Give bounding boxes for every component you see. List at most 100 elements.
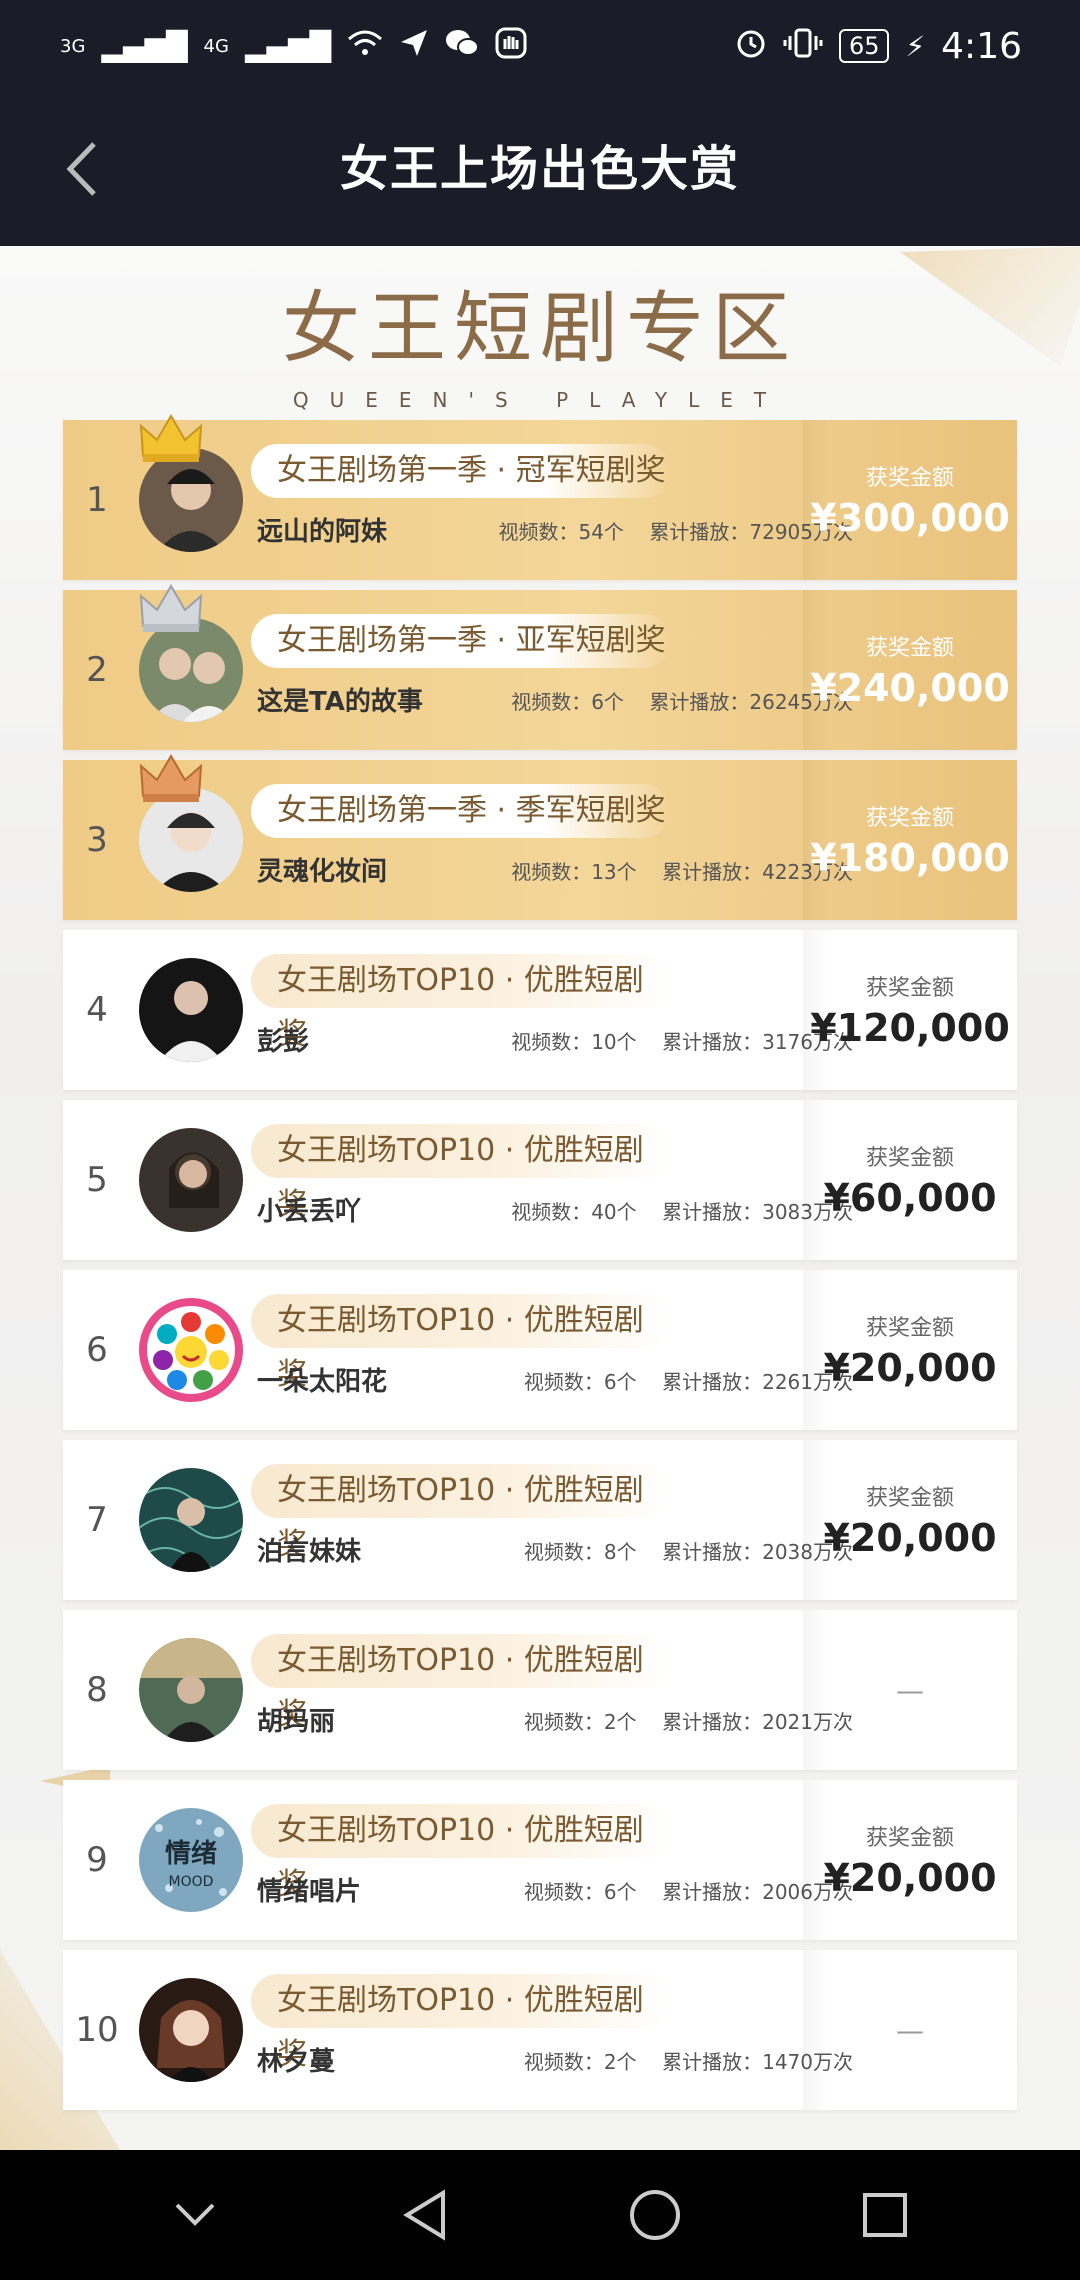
prize-empty-dash: — bbox=[896, 1673, 924, 1707]
signal-bars-icon: ▂▄▆█ bbox=[101, 29, 188, 63]
award-title: 女王剧场TOP10 · 优胜短剧奖 bbox=[251, 954, 671, 1052]
rank-number: 1 bbox=[86, 480, 108, 520]
award-title: 女王剧场第一季 · 冠军短剧奖 bbox=[251, 444, 671, 498]
avatar[interactable] bbox=[139, 1978, 243, 2082]
svg-text:情绪: 情绪 bbox=[165, 1838, 217, 1869]
prize-label: 获奖金额 bbox=[865, 1316, 954, 1341]
author-name[interactable]: 彭彭 bbox=[257, 1022, 309, 1062]
wechat-icon bbox=[445, 28, 480, 65]
signal-bars-icon-2: ▂▄▆█ bbox=[244, 29, 332, 63]
video-count: 视频数：40个 bbox=[511, 1200, 637, 1224]
ranking-item[interactable]: 4 女王剧场TOP10 · 优胜短剧奖 彭彭 视频数：10个 累计播放：3176… bbox=[63, 930, 1017, 1090]
hand-icon bbox=[495, 27, 527, 66]
rank-number: 9 bbox=[86, 1840, 108, 1880]
main-content[interactable]: 女王短剧专区 QUEEN'S PLAYLET 1 女王剧场第一季 · 冠军短剧奖… bbox=[0, 246, 1080, 2150]
author-name[interactable]: 泊言妹妹 bbox=[257, 1532, 361, 1572]
ranking-item[interactable]: 8 女王剧场TOP10 · 优胜短剧奖 胡玛丽 视频数：2个 累计播放：2021… bbox=[63, 1610, 1017, 1770]
rank-number: 8 bbox=[86, 1670, 108, 1710]
avatar[interactable] bbox=[139, 1638, 243, 1742]
author-name[interactable]: 胡玛丽 bbox=[257, 1702, 335, 1742]
rank-number: 6 bbox=[86, 1330, 108, 1370]
prize-block: 获奖金额 ¥20,000 bbox=[803, 1780, 1017, 1940]
video-count: 视频数：13个 bbox=[511, 860, 637, 884]
stats: 视频数：2个 累计播放：2021万次 bbox=[433, 1702, 853, 1742]
author-name[interactable]: 这是TA的故事 bbox=[257, 682, 423, 722]
rank-number: 7 bbox=[86, 1500, 108, 1540]
prize-label: 获奖金额 bbox=[865, 976, 954, 1001]
nav-recents-button[interactable] bbox=[845, 2175, 925, 2255]
crown-gold-icon bbox=[137, 412, 205, 464]
square-recents-icon bbox=[863, 2193, 907, 2237]
avatar[interactable] bbox=[139, 958, 243, 1062]
prize-block: — bbox=[803, 1950, 1017, 2110]
stats: 视频数：2个 累计播放：1470万次 bbox=[433, 2042, 853, 2082]
video-count: 视频数：6个 bbox=[523, 1880, 637, 1904]
avatar[interactable] bbox=[139, 1468, 243, 1572]
signal-3g-icon: 3G bbox=[60, 35, 86, 57]
nav-hide-button[interactable] bbox=[155, 2175, 235, 2255]
nav-home-button[interactable] bbox=[615, 2175, 695, 2255]
award-title: 女王剧场TOP10 · 优胜短剧奖 bbox=[251, 1294, 671, 1392]
author-name[interactable]: 林夕蔓 bbox=[257, 2042, 335, 2082]
svg-text:MOOD: MOOD bbox=[169, 1874, 214, 1890]
prize-label: 获奖金额 bbox=[865, 1826, 954, 1851]
prize-label: 获奖金额 bbox=[865, 466, 954, 491]
author-name[interactable]: 远山的阿妹 bbox=[257, 512, 387, 552]
award-title: 女王剧场第一季 · 季军短剧奖 bbox=[251, 784, 671, 838]
prize-block: — bbox=[803, 1610, 1017, 1770]
stats: 视频数：13个 累计播放：4223万次 bbox=[433, 852, 853, 892]
section-title: 女王短剧专区 bbox=[281, 284, 798, 374]
author-name[interactable]: 小丢丢吖 bbox=[257, 1192, 361, 1232]
rank-number: 2 bbox=[86, 650, 108, 690]
circle-home-icon bbox=[630, 2190, 680, 2240]
prize-amount: ¥20,000 bbox=[823, 1856, 997, 1900]
prize-label: 获奖金额 bbox=[865, 1486, 954, 1511]
video-count: 视频数：6个 bbox=[511, 690, 624, 714]
clock: 4:16 bbox=[941, 25, 1022, 67]
nav-back-button[interactable] bbox=[385, 2175, 465, 2255]
stats: 视频数：54个 累计播放：72905万次 bbox=[433, 512, 853, 552]
ranking-item[interactable]: 2 女王剧场第一季 · 亚军短剧奖 这是TA的故事 视频数：6个 累计播放：26… bbox=[63, 584, 1017, 750]
prize-block: 获奖金额 ¥120,000 bbox=[803, 930, 1017, 1090]
video-count: 视频数：6个 bbox=[523, 1370, 637, 1394]
ranking-item[interactable]: 6 女王剧场TOP10 · 优胜短剧奖 一朵太阳花 视频数：6个 累计播放：22… bbox=[63, 1270, 1017, 1430]
ranking-item[interactable]: 9 情绪 MOOD 女王剧场TOP10 · 优胜短剧奖 情绪唱片 视频数：6个 … bbox=[63, 1780, 1017, 1940]
crown-silver-icon bbox=[137, 582, 205, 634]
alarm-icon bbox=[735, 27, 767, 66]
rank-number: 4 bbox=[86, 990, 108, 1030]
avatar[interactable] bbox=[139, 1298, 243, 1402]
page-title: 女王上场出色大赏 bbox=[339, 141, 740, 197]
rank-number: 10 bbox=[75, 2010, 119, 2050]
section-header: 女王短剧专区 QUEEN'S PLAYLET bbox=[0, 266, 1080, 412]
ranking-item[interactable]: 5 女王剧场TOP10 · 优胜短剧奖 小丢丢吖 视频数：40个 累计播放：30… bbox=[63, 1100, 1017, 1260]
ranking-item[interactable]: 7 女王剧场TOP10 · 优胜短剧奖 泊言妹妹 视频数：8个 累计播放：203… bbox=[63, 1440, 1017, 1600]
author-name[interactable]: 一朵太阳花 bbox=[257, 1362, 387, 1402]
video-count: 视频数：2个 bbox=[523, 1710, 637, 1734]
stats: 视频数：6个 累计播放：2261万次 bbox=[433, 1362, 853, 1402]
prize-amount: ¥20,000 bbox=[823, 1346, 997, 1390]
avatar[interactable] bbox=[139, 1128, 243, 1232]
author-name[interactable]: 情绪唱片 bbox=[257, 1872, 361, 1912]
ranking-item[interactable]: 1 女王剧场第一季 · 冠军短剧奖 远山的阿妹 视频数：54个 累计播放：729… bbox=[63, 414, 1017, 580]
award-title: 女王剧场TOP10 · 优胜短剧奖 bbox=[251, 1634, 671, 1732]
ranking-item[interactable]: 10 女王剧场TOP10 · 优胜短剧奖 林夕蔓 视频数：2个 累计播放：147… bbox=[63, 1950, 1017, 2110]
prize-block: 获奖金额 ¥180,000 bbox=[803, 760, 1017, 920]
crown-bronze-icon bbox=[137, 752, 205, 804]
charging-icon: ⚡ bbox=[905, 29, 926, 63]
stats: 视频数：40个 累计播放：3083万次 bbox=[433, 1192, 853, 1232]
prize-amount: ¥300,000 bbox=[810, 496, 1010, 540]
ranking-item[interactable]: 3 女王剧场第一季 · 季军短剧奖 灵魂化妆间 视频数：13个 累计播放：422… bbox=[63, 754, 1017, 920]
award-title: 女王剧场TOP10 · 优胜短剧奖 bbox=[251, 1804, 671, 1902]
avatar[interactable]: 情绪 MOOD bbox=[139, 1808, 243, 1912]
triangle-back-icon bbox=[403, 2189, 445, 2241]
prize-label: 获奖金额 bbox=[865, 636, 954, 661]
prize-amount: ¥180,000 bbox=[810, 836, 1010, 880]
prize-label: 获奖金额 bbox=[865, 1146, 954, 1171]
prize-amount: ¥120,000 bbox=[810, 1006, 1010, 1050]
stats: 视频数：10个 累计播放：3176万次 bbox=[433, 1022, 853, 1062]
ranking-list: 1 女王剧场第一季 · 冠军短剧奖 远山的阿妹 视频数：54个 累计播放：729… bbox=[63, 414, 1017, 2120]
author-name[interactable]: 灵魂化妆间 bbox=[257, 852, 387, 892]
prize-amount: ¥60,000 bbox=[823, 1176, 997, 1220]
status-bar: 3G ▂▄▆█ 4G ▂▄▆█ 65 ⚡ 4:16 bbox=[0, 0, 1080, 92]
prize-label: 获奖金额 bbox=[865, 806, 954, 831]
